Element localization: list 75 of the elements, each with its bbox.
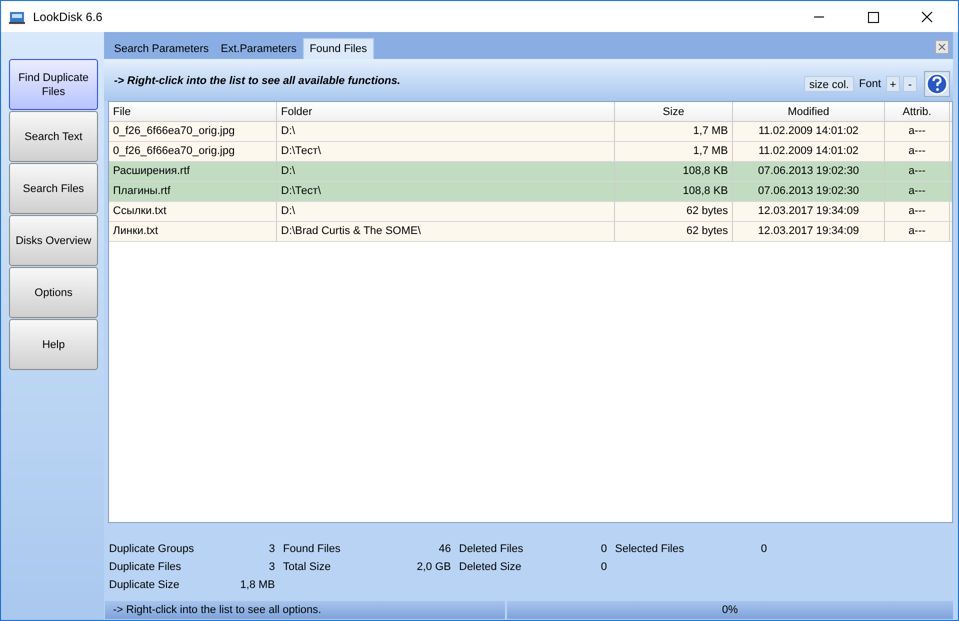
column-header[interactable]: Size: [615, 102, 733, 121]
font-increase-button[interactable]: +: [886, 76, 900, 92]
table-row[interactable]: Плагины.rtf D:\Тест\ 108,8 KB 07.06.2013 19:02:30 a---: [109, 182, 952, 202]
table-cell: D:\Тест\: [277, 182, 615, 201]
table-cell: D:\: [277, 202, 615, 221]
table-cell: Ссылки.txt: [109, 202, 277, 221]
help-icon[interactable]: [924, 71, 950, 97]
table-cell: Плагины.rtf: [109, 182, 277, 201]
table-cell: 62 bytes: [615, 202, 733, 221]
table-cell: a---: [885, 162, 950, 181]
table-cell: 11.02.2009 14:01:02: [733, 122, 885, 141]
tab[interactable]: Ext.Parameters: [214, 39, 303, 59]
table-row[interactable]: Линки.txt D:\Brad Curtis & The SOME\ 62 bytes 12.03.2017 19:34:09 a---: [109, 222, 952, 242]
stat-value: 0: [600, 542, 607, 557]
stat-value: 0: [760, 542, 767, 557]
stat-value: 0: [600, 560, 607, 575]
column-header[interactable]: Attrib.: [885, 102, 950, 121]
table-cell: Расширения.rtf: [109, 162, 277, 181]
table-cell: 11.02.2009 14:01:02: [733, 142, 885, 161]
stat-label: Selected Files: [615, 542, 684, 557]
table-row[interactable]: Расширения.rtf D:\ 108,8 KB 07.06.2013 19:02:30 a---: [109, 162, 952, 182]
table-cell: 12.03.2017 19:34:09: [733, 222, 885, 241]
table-row[interactable]: 0_f26_6f66ea70_orig.jpg D:\Тест\ 1,7 MB 11.02.2009 14:01:02 a---: [109, 142, 952, 162]
table-cell: 0_f26_6f66ea70_orig.jpg: [109, 122, 277, 141]
stat-label: Duplicate Groups: [109, 542, 194, 557]
table-cell: D:\: [277, 122, 615, 141]
sidebar-nav-button[interactable]: Options: [9, 267, 98, 318]
stat-label: Deleted Size: [459, 560, 522, 575]
status-percent: 0%: [507, 601, 953, 619]
stat-label: Deleted Files: [459, 542, 524, 557]
hint-text: -> Right-click into the list to see all available functions.: [114, 74, 400, 89]
column-header[interactable]: Folder: [277, 102, 615, 121]
table-cell: 1,7 MB: [615, 122, 733, 141]
table-cell: 1,7 MB: [615, 142, 733, 161]
table-cell: 62 bytes: [615, 222, 733, 241]
window-title: LookDisk 6.6: [33, 8, 102, 26]
table-cell: a---: [885, 142, 950, 161]
table-cell: a---: [885, 202, 950, 221]
stat-label: Total Size: [283, 560, 331, 575]
sidebar-nav-button[interactable]: Help: [9, 319, 98, 370]
table-cell: a---: [885, 222, 950, 241]
sidebar-nav-button[interactable]: Find Duplicate Files: [9, 59, 98, 110]
font-label: Font: [858, 76, 882, 92]
stat-value: 46: [438, 542, 451, 557]
tab[interactable]: Found Files: [302, 38, 374, 59]
table-cell: a---: [885, 122, 950, 141]
stat-value: 3: [268, 542, 275, 557]
table-cell: Линки.txt: [109, 222, 277, 241]
table-row[interactable]: Ссылки.txt D:\ 62 bytes 12.03.2017 19:34:09 a---: [109, 202, 952, 222]
table-cell: 0_f26_6f66ea70_orig.jpg: [109, 142, 277, 161]
table-cell: D:\Тест\: [277, 142, 615, 161]
stat-value: 2,0 GB: [416, 560, 451, 575]
stat-label: Duplicate Files: [109, 560, 182, 575]
table-cell: 108,8 KB: [615, 182, 733, 201]
stat-value: 3: [268, 560, 275, 575]
table-cell: 07.06.2013 19:02:30: [733, 162, 885, 181]
table-cell: 108,8 KB: [615, 162, 733, 181]
table-cell: a---: [885, 182, 950, 201]
stat-value: 1,8 MB: [240, 578, 275, 593]
column-header[interactable]: Modified: [733, 102, 885, 121]
table-row[interactable]: 0_f26_6f66ea70_orig.jpg D:\ 1,7 MB 11.02.2009 14:01:02 a---: [109, 122, 952, 142]
column-header[interactable]: File: [109, 102, 277, 121]
stat-label: Found Files: [283, 542, 340, 557]
stat-label: Duplicate Size: [109, 578, 180, 593]
table-cell: D:\: [277, 162, 615, 181]
table-cell: 07.06.2013 19:02:30: [733, 182, 885, 201]
sidebar-nav-button[interactable]: Search Files: [9, 163, 98, 214]
size-columns-button[interactable]: size col.: [804, 76, 854, 92]
sidebar-nav-button[interactable]: Disks Overview: [9, 215, 98, 266]
font-decrease-button[interactable]: -: [903, 76, 917, 92]
status-message: -> Right-click into the list to see all options.: [105, 601, 505, 619]
table-cell: 12.03.2017 19:34:09: [733, 202, 885, 221]
sidebar-nav-button[interactable]: Search Text: [9, 111, 98, 162]
table-cell: D:\Brad Curtis & The SOME\: [277, 222, 615, 241]
tab[interactable]: Search Parameters: [108, 39, 215, 59]
